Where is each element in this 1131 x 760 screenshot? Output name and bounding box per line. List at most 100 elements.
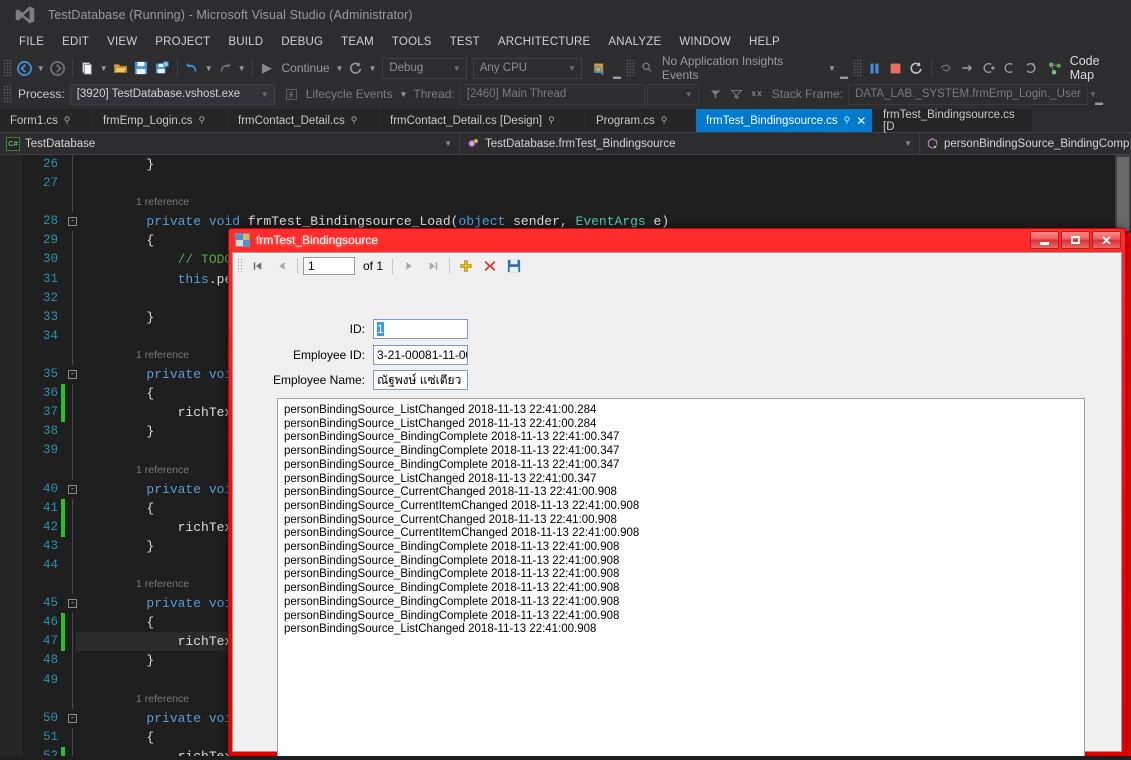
- close-button[interactable]: ✕: [1092, 231, 1121, 249]
- debug-toolbar-overflow-icon[interactable]: ▬: [1093, 98, 1105, 107]
- delete-button[interactable]: [479, 255, 501, 277]
- process-combo[interactable]: [3920] TestDatabase.vshost.exe ▼: [70, 84, 275, 105]
- close-icon[interactable]: ✕: [856, 114, 866, 128]
- pin-icon[interactable]: ⚲: [198, 115, 205, 126]
- restart-icon[interactable]: [345, 57, 366, 79]
- tab-form1-cs[interactable]: Form1.cs ⚲: [0, 109, 93, 132]
- show-next-statement-icon[interactable]: [936, 57, 957, 79]
- menu-architecture[interactable]: ARCHITECTURE: [489, 34, 600, 50]
- menu-project[interactable]: PROJECT: [146, 34, 219, 50]
- unflag-threads-icon[interactable]: [726, 83, 747, 105]
- pin-icon[interactable]: ⚲: [661, 115, 668, 126]
- step-over-icon[interactable]: [957, 57, 978, 79]
- find-overflow-icon[interactable]: ▬: [611, 72, 623, 81]
- app-insights-dropdown-icon[interactable]: ▼: [826, 64, 838, 73]
- continue-dropdown-icon[interactable]: ▼: [334, 64, 346, 73]
- fold-toggle-icon[interactable]: -: [68, 485, 77, 494]
- tab-frmtest-bindingsource-design[interactable]: frmTest_Bindingsource.cs [D: [873, 109, 1033, 132]
- step-out-icon[interactable]: [999, 57, 1020, 79]
- toolbar-grip-3[interactable]: [853, 59, 862, 77]
- dialog-title-bar[interactable]: frmTest_Bindingsource ✕: [228, 228, 1126, 252]
- save-all-icon[interactable]: [152, 57, 173, 79]
- menu-edit[interactable]: EDIT: [53, 34, 98, 50]
- tab-frmemp-login-cs[interactable]: frmEmp_Login.cs ⚲: [93, 109, 228, 132]
- menu-debug[interactable]: DEBUG: [272, 34, 332, 50]
- minimize-button[interactable]: [1030, 231, 1059, 249]
- menu-team[interactable]: TEAM: [332, 34, 383, 50]
- fold-toggle-icon[interactable]: -: [68, 370, 77, 379]
- menu-analyze[interactable]: ANALYZE: [599, 34, 670, 50]
- maximize-button[interactable]: [1061, 231, 1090, 249]
- step-into-icon[interactable]: [978, 57, 999, 79]
- menu-file[interactable]: FILE: [10, 34, 53, 50]
- navigate-back-dropdown-icon[interactable]: ▼: [35, 64, 47, 73]
- menu-window[interactable]: WINDOW: [670, 34, 740, 50]
- save-data-button[interactable]: [503, 255, 525, 277]
- employee-name-input[interactable]: ณัฐพงษ์ แซ่เตียว: [373, 370, 468, 390]
- tab-frmtest-bindingsource-cs[interactable]: frmTest_Bindingsource.cs ⚲ ✕: [696, 109, 873, 132]
- move-previous-button[interactable]: [270, 255, 292, 277]
- add-new-button[interactable]: [455, 255, 477, 277]
- undo-icon[interactable]: [182, 57, 203, 79]
- event-log-textbox[interactable]: personBindingSource_ListChanged 2018-11-…: [277, 398, 1085, 760]
- lifecycle-dropdown-icon[interactable]: ▼: [397, 90, 409, 99]
- codelens-reference[interactable]: 1 reference: [136, 346, 189, 365]
- pin-icon[interactable]: ⚲: [64, 115, 71, 126]
- pause-icon[interactable]: [864, 57, 885, 79]
- codelens-reference[interactable]: 1 reference: [136, 193, 189, 212]
- new-item-icon[interactable]: [77, 57, 98, 79]
- new-item-dropdown-icon[interactable]: ▼: [98, 64, 110, 73]
- flag-threads-icon[interactable]: [705, 83, 726, 105]
- show-threads-icon[interactable]: [747, 83, 768, 105]
- move-next-button[interactable]: [398, 255, 420, 277]
- move-first-button[interactable]: [246, 255, 268, 277]
- restart-dropdown-icon[interactable]: ▼: [366, 64, 378, 73]
- toolbar-grip-2[interactable]: [626, 59, 635, 77]
- undo-dropdown-icon[interactable]: ▼: [203, 64, 215, 73]
- id-input[interactable]: 1: [373, 319, 468, 339]
- menu-test[interactable]: TEST: [441, 34, 489, 50]
- codelens-reference[interactable]: 1 reference: [136, 461, 189, 480]
- open-folder-icon[interactable]: [110, 57, 131, 79]
- pin-icon[interactable]: ⚲: [844, 115, 851, 126]
- employee-id-input[interactable]: 3-21-00081-11-0006: [373, 345, 468, 365]
- fold-toggle-icon[interactable]: -: [68, 714, 77, 723]
- navbar-type-combo[interactable]: TestDatabase.frmTest_Bindingsource ▼: [460, 133, 920, 154]
- code-map-button[interactable]: Code Map: [1066, 54, 1131, 82]
- menu-view[interactable]: VIEW: [98, 34, 146, 50]
- pin-icon[interactable]: ⚲: [548, 115, 555, 126]
- solution-configuration-combo[interactable]: Debug ▼: [382, 58, 466, 79]
- restart-debug-icon[interactable]: [906, 57, 927, 79]
- stack-frame-combo[interactable]: DATA_LAB._SYSTEM.frmEmp_Login._User ▼: [848, 84, 1088, 105]
- tab-frmcontact-detail-design[interactable]: frmContact_Detail.cs [Design] ⚲: [380, 109, 586, 132]
- position-input[interactable]: 1: [303, 257, 355, 275]
- stop-icon[interactable]: [885, 57, 906, 79]
- binding-navigator-grip[interactable]: [237, 258, 244, 274]
- app-insights-icon[interactable]: [637, 57, 658, 79]
- navbar-member-combo[interactable]: personBindingSource_BindingComp: [920, 133, 1131, 154]
- app-insights-overflow-icon[interactable]: ▬: [838, 72, 850, 81]
- find-icon[interactable]: [590, 57, 611, 79]
- redo-dropdown-icon[interactable]: ▼: [236, 64, 248, 73]
- navigate-forward-icon[interactable]: [47, 57, 68, 79]
- navbar-project-combo[interactable]: C# TestDatabase ▼: [0, 133, 460, 154]
- fold-toggle-icon[interactable]: -: [68, 599, 77, 608]
- navigate-back-icon[interactable]: [14, 57, 35, 79]
- menu-tools[interactable]: TOOLS: [383, 34, 441, 50]
- thread-secondary-combo[interactable]: ▼: [647, 84, 699, 105]
- tab-program-cs[interactable]: Program.cs ⚲: [586, 109, 696, 132]
- thread-combo[interactable]: [2460] Main Thread: [460, 84, 645, 105]
- tab-frmcontact-detail-cs[interactable]: frmContact_Detail.cs ⚲: [228, 109, 380, 132]
- menu-build[interactable]: BUILD: [219, 34, 272, 50]
- redo-icon[interactable]: [215, 57, 236, 79]
- solution-platform-combo[interactable]: Any CPU ▼: [473, 58, 582, 79]
- lifecycle-events-icon[interactable]: [281, 83, 302, 105]
- frmtest-bindingsource-dialog[interactable]: frmTest_Bindingsource ✕ 1 of 1: [228, 228, 1126, 756]
- codelens-reference[interactable]: 1 reference: [136, 690, 189, 709]
- code-line[interactable]: 1 reference: [0, 193, 1131, 212]
- code-line[interactable]: 27: [0, 174, 1131, 193]
- save-icon[interactable]: [131, 57, 152, 79]
- pin-icon[interactable]: ⚲: [351, 115, 358, 126]
- fold-toggle-icon[interactable]: -: [68, 217, 77, 226]
- codelens-reference[interactable]: 1 reference: [136, 575, 189, 594]
